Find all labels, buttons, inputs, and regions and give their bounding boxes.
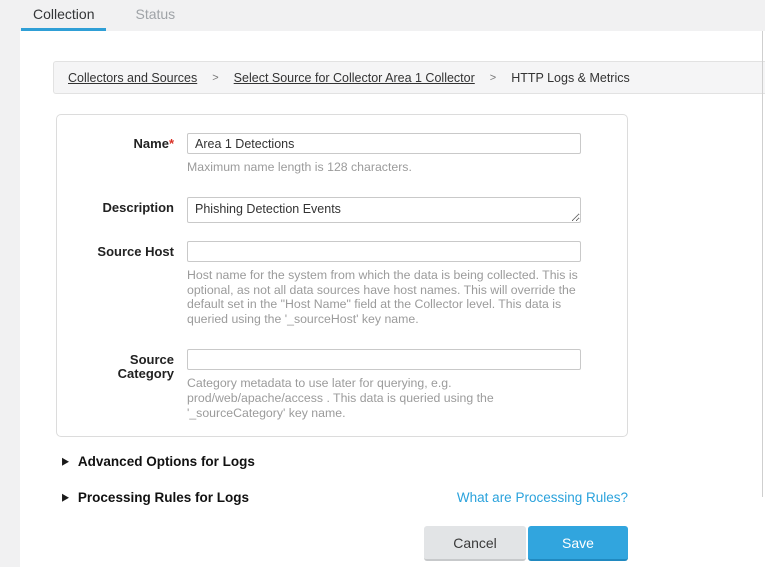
source-host-help-text: Host name for the system from which the … [187, 268, 581, 327]
source-host-field-column: Host name for the system from which the … [187, 241, 581, 336]
main-content: Collectors and Sources > Select Source f… [20, 31, 765, 567]
expand-arrow-icon: ▶ [62, 456, 69, 469]
source-config-form: Name* Maximum name length is 128 charact… [56, 114, 628, 437]
form-actions: Cancel Save [56, 526, 628, 561]
form-row-description: Description Phishing Detection Events [75, 197, 581, 228]
what-are-processing-rules-link[interactable]: What are Processing Rules? [457, 490, 628, 505]
tab-status[interactable]: Status [123, 0, 187, 31]
breadcrumb-current-page: HTTP Logs & Metrics [511, 71, 630, 85]
processing-rules-row: ▶ Processing Rules for Logs What are Pro… [56, 490, 628, 505]
source-category-field-column: Category metadata to use later for query… [187, 349, 581, 420]
save-button[interactable]: Save [528, 526, 628, 561]
chevron-right-icon: > [490, 72, 496, 84]
source-category-label: Source Category [75, 349, 187, 420]
processing-rules-title: Processing Rules for Logs [78, 490, 249, 505]
required-asterisk: * [169, 136, 174, 151]
name-field-column: Maximum name length is 128 characters. [187, 133, 581, 184]
name-label: Name* [75, 133, 187, 184]
tab-bar: Collection Status [0, 0, 765, 31]
description-field-column: Phishing Detection Events [187, 197, 581, 228]
source-category-help-text: Category metadata to use later for query… [187, 376, 581, 420]
chevron-right-icon: > [212, 72, 218, 84]
form-row-source-host: Source Host Host name for the system fro… [75, 241, 581, 336]
name-input[interactable] [187, 133, 581, 154]
lower-sections: ▶ Advanced Options for Logs ▶ Processing… [56, 454, 628, 561]
form-row-name: Name* Maximum name length is 128 charact… [75, 133, 581, 184]
right-edge-divider [762, 31, 763, 497]
advanced-options-row: ▶ Advanced Options for Logs [56, 454, 628, 469]
source-category-input[interactable] [187, 349, 581, 370]
source-host-input[interactable] [187, 241, 581, 262]
description-label: Description [75, 197, 187, 228]
form-row-source-category: Source Category Category metadata to use… [75, 349, 581, 420]
breadcrumb-link-collectors-and-sources[interactable]: Collectors and Sources [68, 71, 197, 85]
section-processing-rules[interactable]: ▶ Processing Rules for Logs [62, 490, 249, 505]
section-advanced-options[interactable]: ▶ Advanced Options for Logs [62, 454, 255, 469]
description-textarea[interactable]: Phishing Detection Events [187, 197, 581, 223]
breadcrumb: Collectors and Sources > Select Source f… [53, 61, 765, 94]
cancel-button[interactable]: Cancel [424, 526, 526, 561]
tab-collection[interactable]: Collection [21, 0, 106, 31]
name-label-text: Name [134, 136, 169, 151]
expand-arrow-icon: ▶ [62, 492, 69, 505]
advanced-options-title: Advanced Options for Logs [78, 454, 255, 469]
name-help-text: Maximum name length is 128 characters. [187, 160, 581, 175]
breadcrumb-link-select-source[interactable]: Select Source for Collector Area 1 Colle… [234, 71, 475, 85]
source-host-label: Source Host [75, 241, 187, 336]
